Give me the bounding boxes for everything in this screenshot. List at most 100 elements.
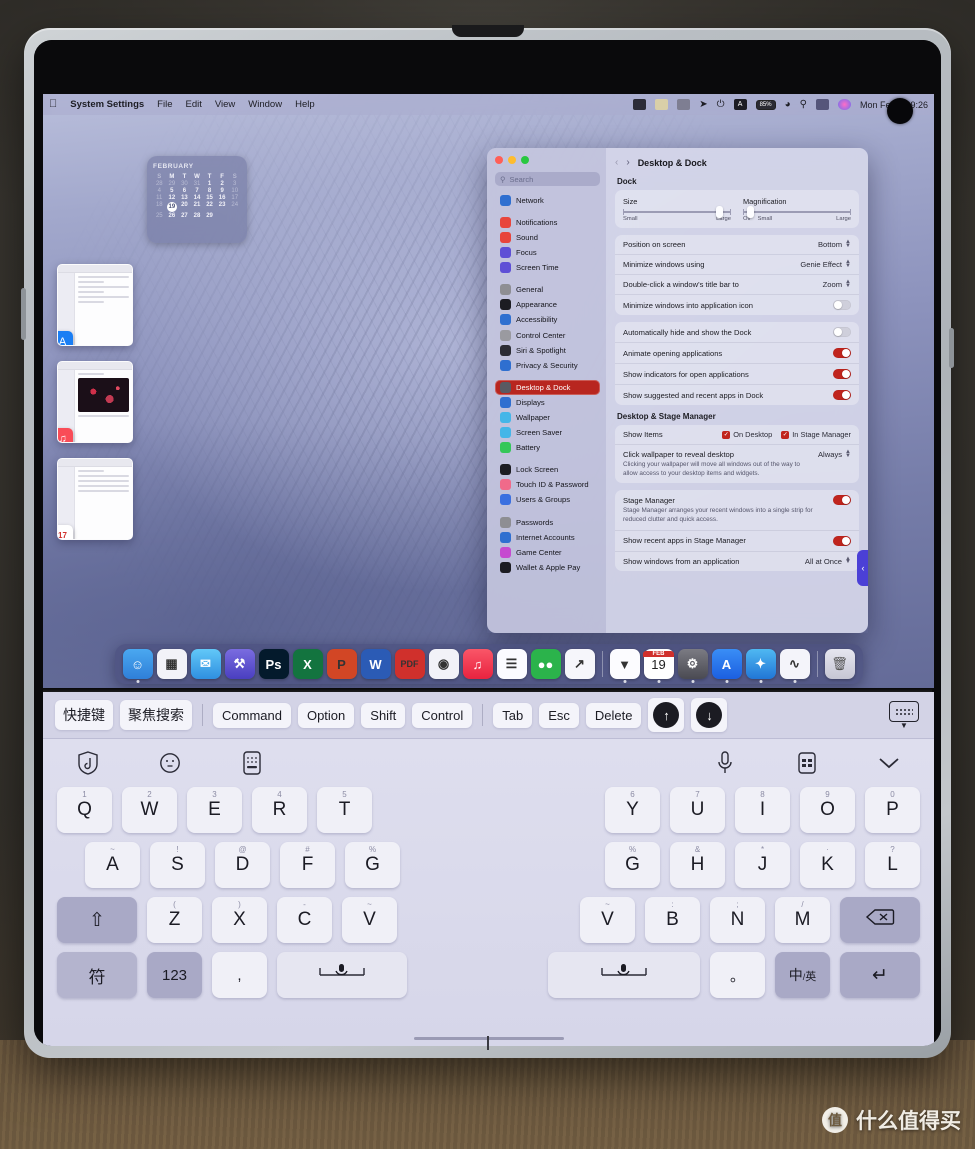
key-4[interactable] <box>548 952 700 998</box>
menu-edit[interactable]: Edit <box>185 99 201 110</box>
menu-file[interactable]: File <box>157 99 172 110</box>
key-C[interactable]: -C <box>277 897 332 943</box>
sidebar-item-appearance[interactable]: Appearance <box>495 298 600 313</box>
sidebar-item-passwords[interactable]: Passwords <box>495 515 600 530</box>
input-source-icon[interactable]: A <box>733 99 747 110</box>
calendar-day[interactable]: 6 <box>178 188 191 194</box>
dock-item-app-store[interactable]: A <box>711 649 742 679</box>
stage-card-calendar[interactable]: 17 <box>57 458 133 540</box>
dock-item-photoshop[interactable]: Ps <box>258 649 289 679</box>
key-O[interactable]: 9O <box>800 787 855 833</box>
close-button[interactable] <box>495 156 503 164</box>
sidebar-item-network[interactable]: Network <box>495 193 600 208</box>
key-V[interactable]: ~ V <box>580 897 635 943</box>
back-chevron-icon[interactable]: ‹ <box>615 157 618 168</box>
calendar-day[interactable]: 5 <box>166 188 179 194</box>
key-Y[interactable]: 6Y <box>605 787 660 833</box>
calendar-day[interactable]: 17 <box>228 195 241 201</box>
calendar-day[interactable]: 16 <box>216 195 229 201</box>
key-123[interactable]: 123 <box>147 952 202 998</box>
calendar-day[interactable]: 4 <box>153 188 166 194</box>
wifi-icon[interactable]: ◕ <box>785 99 791 110</box>
dock-item-powerpoint[interactable]: P <box>326 649 357 679</box>
calendar-day[interactable]: 28 <box>191 213 204 219</box>
key-U[interactable]: 7U <box>670 787 725 833</box>
key-Z[interactable]: (Z <box>147 897 202 943</box>
wechat-status-icon[interactable] <box>633 99 647 110</box>
yandex-status-icon[interactable]: ➤ <box>699 99 707 110</box>
popup-position-on-screen[interactable]: Bottom ▲ ▼ <box>818 239 851 249</box>
dock-item-mail[interactable]: ✉ <box>190 649 221 679</box>
calendar-day[interactable]: 26 <box>166 213 179 219</box>
dock-item-stocks[interactable]: ↗ <box>564 649 595 679</box>
sidebar-item-displays[interactable]: Displays <box>495 395 600 410</box>
forward-chevron-icon[interactable]: › <box>626 157 629 168</box>
toggle-automatically-hide-and-show-the-dock[interactable] <box>833 327 851 337</box>
dock-item-music[interactable]: ♫ <box>462 649 493 679</box>
popup-minimize-windows-using[interactable]: Genie Effect ▲ ▼ <box>800 259 851 269</box>
sidebar-item-siri-spotlight[interactable]: Siri & Spotlight <box>495 343 600 358</box>
key-G[interactable]: % G <box>605 842 660 888</box>
control-center-icon[interactable] <box>815 99 829 110</box>
key-B[interactable]: :B <box>645 897 700 943</box>
calendar-day[interactable]: 7 <box>191 188 204 194</box>
key-L[interactable]: ? L <box>865 842 920 888</box>
key-R[interactable]: 4R <box>252 787 307 833</box>
key-G[interactable]: % G <box>345 842 400 888</box>
calendar-day[interactable]: 27 <box>178 213 191 219</box>
menu-help[interactable]: Help <box>295 99 315 110</box>
calendar-day[interactable]: 18 <box>153 202 166 212</box>
dock-item-finder[interactable]: ☺ <box>122 649 153 679</box>
trash-icon[interactable]: 🗑 <box>824 649 855 679</box>
calendar-day[interactable]: 29 <box>203 213 216 219</box>
dock-item-yandex[interactable]: ▼ <box>609 649 640 679</box>
sidebar-item-users-groups[interactable]: Users & Groups <box>495 493 600 508</box>
menu-app-name[interactable]: System Settings <box>70 99 144 110</box>
sidebar-item-control-center[interactable]: Control Center <box>495 328 600 343</box>
key-J[interactable]: * J <box>735 842 790 888</box>
key-P[interactable]: 0P <box>865 787 920 833</box>
split-keyboard-icon[interactable] <box>792 748 822 778</box>
click-wallpaper-popup[interactable]: Always ▲ ▼ <box>818 449 851 459</box>
spotlight-search-chip[interactable]: 聚焦搜索 <box>120 700 192 730</box>
key-K[interactable]: · K <box>800 842 855 888</box>
sidebar-item-lock-screen[interactable]: Lock Screen <box>495 463 600 478</box>
shift-key-chip[interactable]: Shift <box>361 702 406 728</box>
dock-item-activity-monitor[interactable]: ∿ <box>779 649 810 679</box>
sidebar-item-focus[interactable]: Focus <box>495 245 600 260</box>
settings-search-field[interactable]: ⚲ Search <box>495 172 600 186</box>
sidebar-item-screen-saver[interactable]: Screen Saver <box>495 425 600 440</box>
menu-view[interactable]: View <box>215 99 235 110</box>
key-D[interactable]: @ D <box>215 842 270 888</box>
dock-item-calendar[interactable]: FEB 19 <box>643 649 674 679</box>
calendar-day[interactable]: 21 <box>191 202 204 212</box>
sidebar-item-screen-time[interactable]: Screen Time <box>495 260 600 275</box>
menu-window[interactable]: Window <box>248 99 282 110</box>
toggle-animate-opening-applications[interactable] <box>833 348 851 358</box>
calendar-day[interactable]: 9 <box>216 188 229 194</box>
key-A[interactable]: ~ A <box>85 842 140 888</box>
key-[interactable] <box>840 897 920 943</box>
key-X[interactable]: ) X <box>212 897 267 943</box>
sidebar-item-battery[interactable]: Battery <box>495 440 600 455</box>
dock-size-slider[interactable] <box>623 206 731 218</box>
toggle-show-indicators-for-open-applications[interactable] <box>833 369 851 379</box>
sidebar-item-general[interactable]: General <box>495 282 600 297</box>
arrow-down-chip[interactable]: ↓ <box>691 698 728 732</box>
dock-magnification-slider-knob[interactable] <box>747 206 755 218</box>
emoji-icon[interactable] <box>155 748 185 778</box>
dock-item-pdf-reader[interactable]: PDF <box>394 649 425 679</box>
apple-icon[interactable]:  <box>49 99 57 110</box>
shortcut-key-chip[interactable]: 快捷键 <box>55 700 113 730</box>
sidebar-item-privacy-security[interactable]: Privacy & Security <box>495 358 600 373</box>
dock-item-settings-gear[interactable]: ⚙ <box>677 649 708 679</box>
dock-item-reminders[interactable]: ☰ <box>496 649 527 679</box>
spotlight-search-icon[interactable]: ⚲ <box>800 99 807 110</box>
siri-icon[interactable] <box>837 99 851 110</box>
checkbox-in-stage-manager[interactable]: ✓ In Stage Manager <box>781 430 851 439</box>
tab-key-chip[interactable]: Tab <box>493 702 533 728</box>
stage-manager-tab-icon[interactable]: ‹ <box>857 550 868 586</box>
dock-item-safari[interactable]: ✦ <box>745 649 776 679</box>
command-key-chip[interactable]: Command <box>213 702 291 728</box>
sidebar-item-sound[interactable]: Sound <box>495 230 600 245</box>
